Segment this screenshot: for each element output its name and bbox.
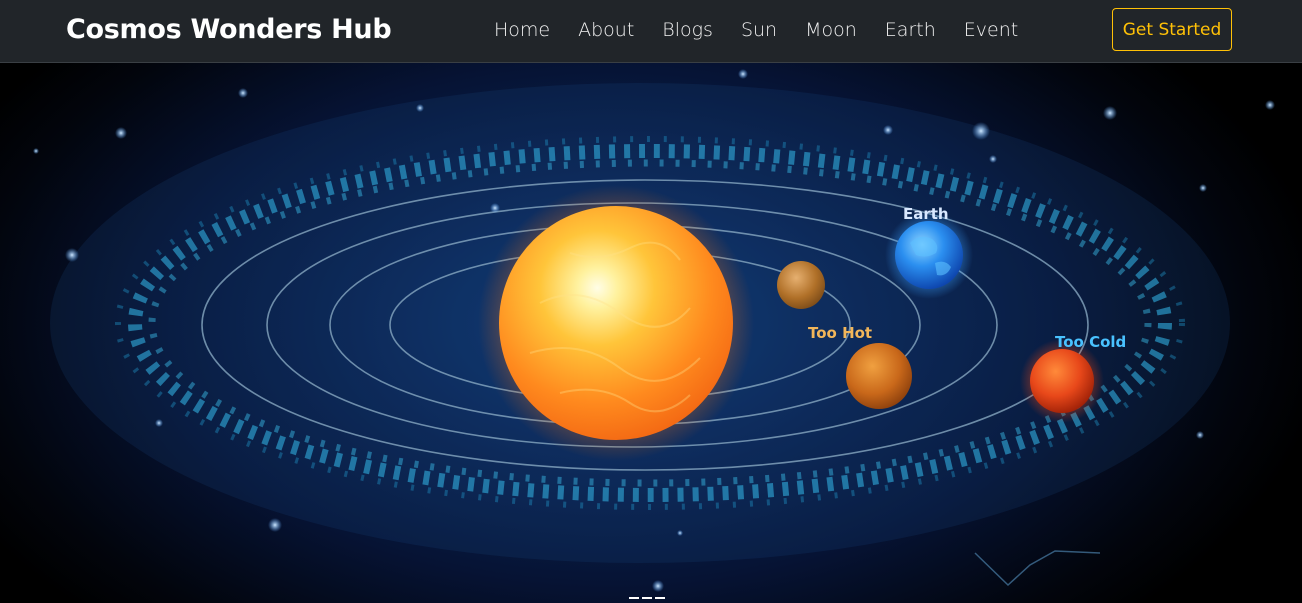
navbar: Cosmos Wonders Hub Home About Blogs Sun … (0, 0, 1302, 63)
constellation (974, 550, 1101, 587)
nav-link-sun[interactable]: Sun (741, 19, 777, 41)
earth-label: Earth (903, 205, 949, 223)
nav-link-earth[interactable]: Earth (885, 19, 936, 41)
nav-link-blogs[interactable]: Blogs (662, 19, 713, 41)
sun-icon (499, 206, 733, 440)
planet-too-cold-icon (1030, 349, 1094, 413)
nav-link-about[interactable]: About (578, 19, 634, 41)
nav-links: Home About Blogs Sun Moon Earth Event (494, 19, 1046, 41)
nav-link-home[interactable]: Home (494, 19, 550, 41)
carousel-indicators (629, 597, 665, 599)
nav-link-event[interactable]: Event (964, 19, 1018, 41)
carousel-indicator-2[interactable] (642, 597, 652, 599)
carousel-indicator-1[interactable] (629, 597, 639, 599)
hero-solar-system-image: Earth Too Hot Too Cold (0, 63, 1302, 603)
get-started-button[interactable]: Get Started (1112, 8, 1232, 51)
carousel-indicator-3[interactable] (655, 597, 665, 599)
brand-logo[interactable]: Cosmos Wonders Hub (66, 14, 392, 45)
planet-too-hot-icon (846, 343, 912, 409)
nav-link-moon[interactable]: Moon (805, 19, 857, 41)
too-hot-label: Too Hot (808, 324, 873, 342)
planet-hot-small-icon (777, 261, 825, 309)
too-cold-label: Too Cold (1055, 333, 1127, 351)
